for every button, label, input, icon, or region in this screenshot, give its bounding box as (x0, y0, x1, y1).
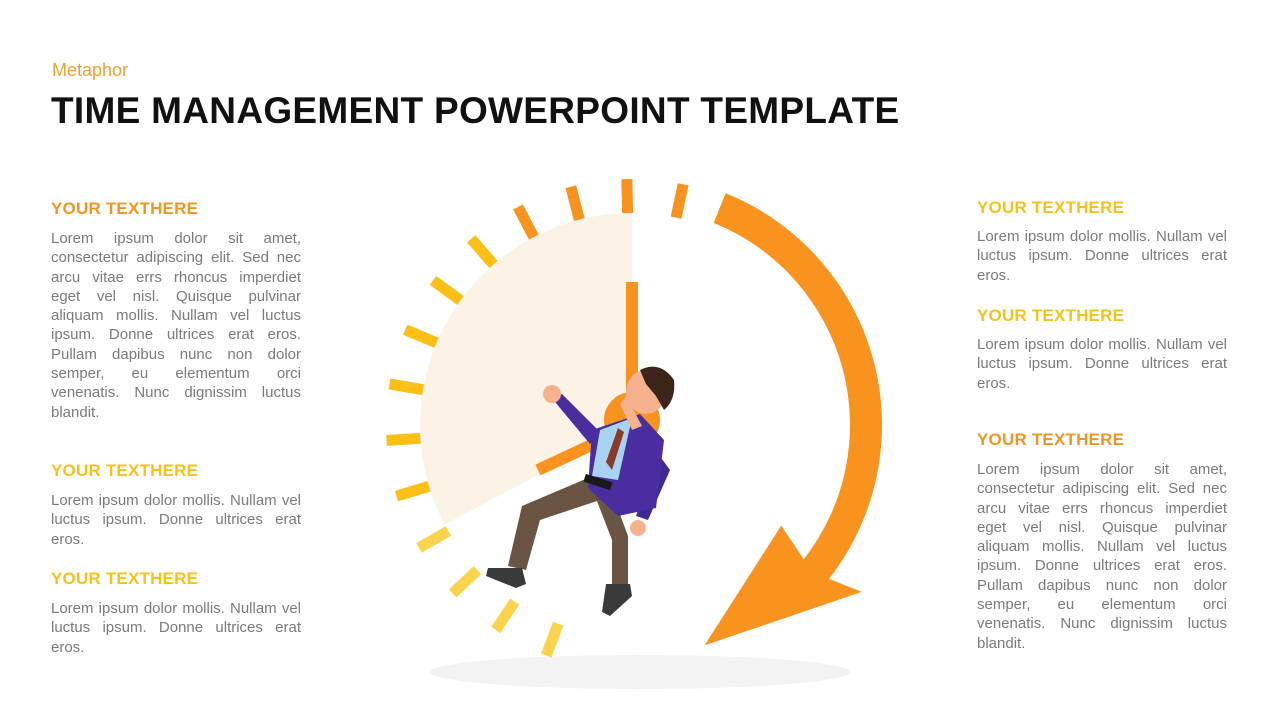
clock-tick (467, 235, 498, 269)
clock-tick (403, 324, 439, 348)
floor-shadow (430, 655, 850, 689)
clock-tick (448, 566, 482, 598)
clock-tick (416, 526, 452, 553)
curved-arrow-icon (704, 193, 882, 646)
clock-tick (565, 185, 585, 222)
shoe-icon (486, 568, 526, 588)
clock-tick (513, 204, 539, 240)
clock-tick (491, 598, 520, 633)
fist (543, 385, 561, 403)
clock-tick (386, 432, 421, 446)
hand (630, 520, 646, 536)
clock-tick (388, 378, 424, 396)
clock-tick (394, 481, 431, 502)
clock-tick (429, 275, 464, 305)
shoe-icon (602, 584, 632, 616)
clock-tick (541, 621, 564, 658)
clock-tick (670, 183, 689, 219)
clock-illustration (386, 178, 882, 689)
front-leg (508, 478, 600, 570)
clock-tick (621, 178, 634, 214)
